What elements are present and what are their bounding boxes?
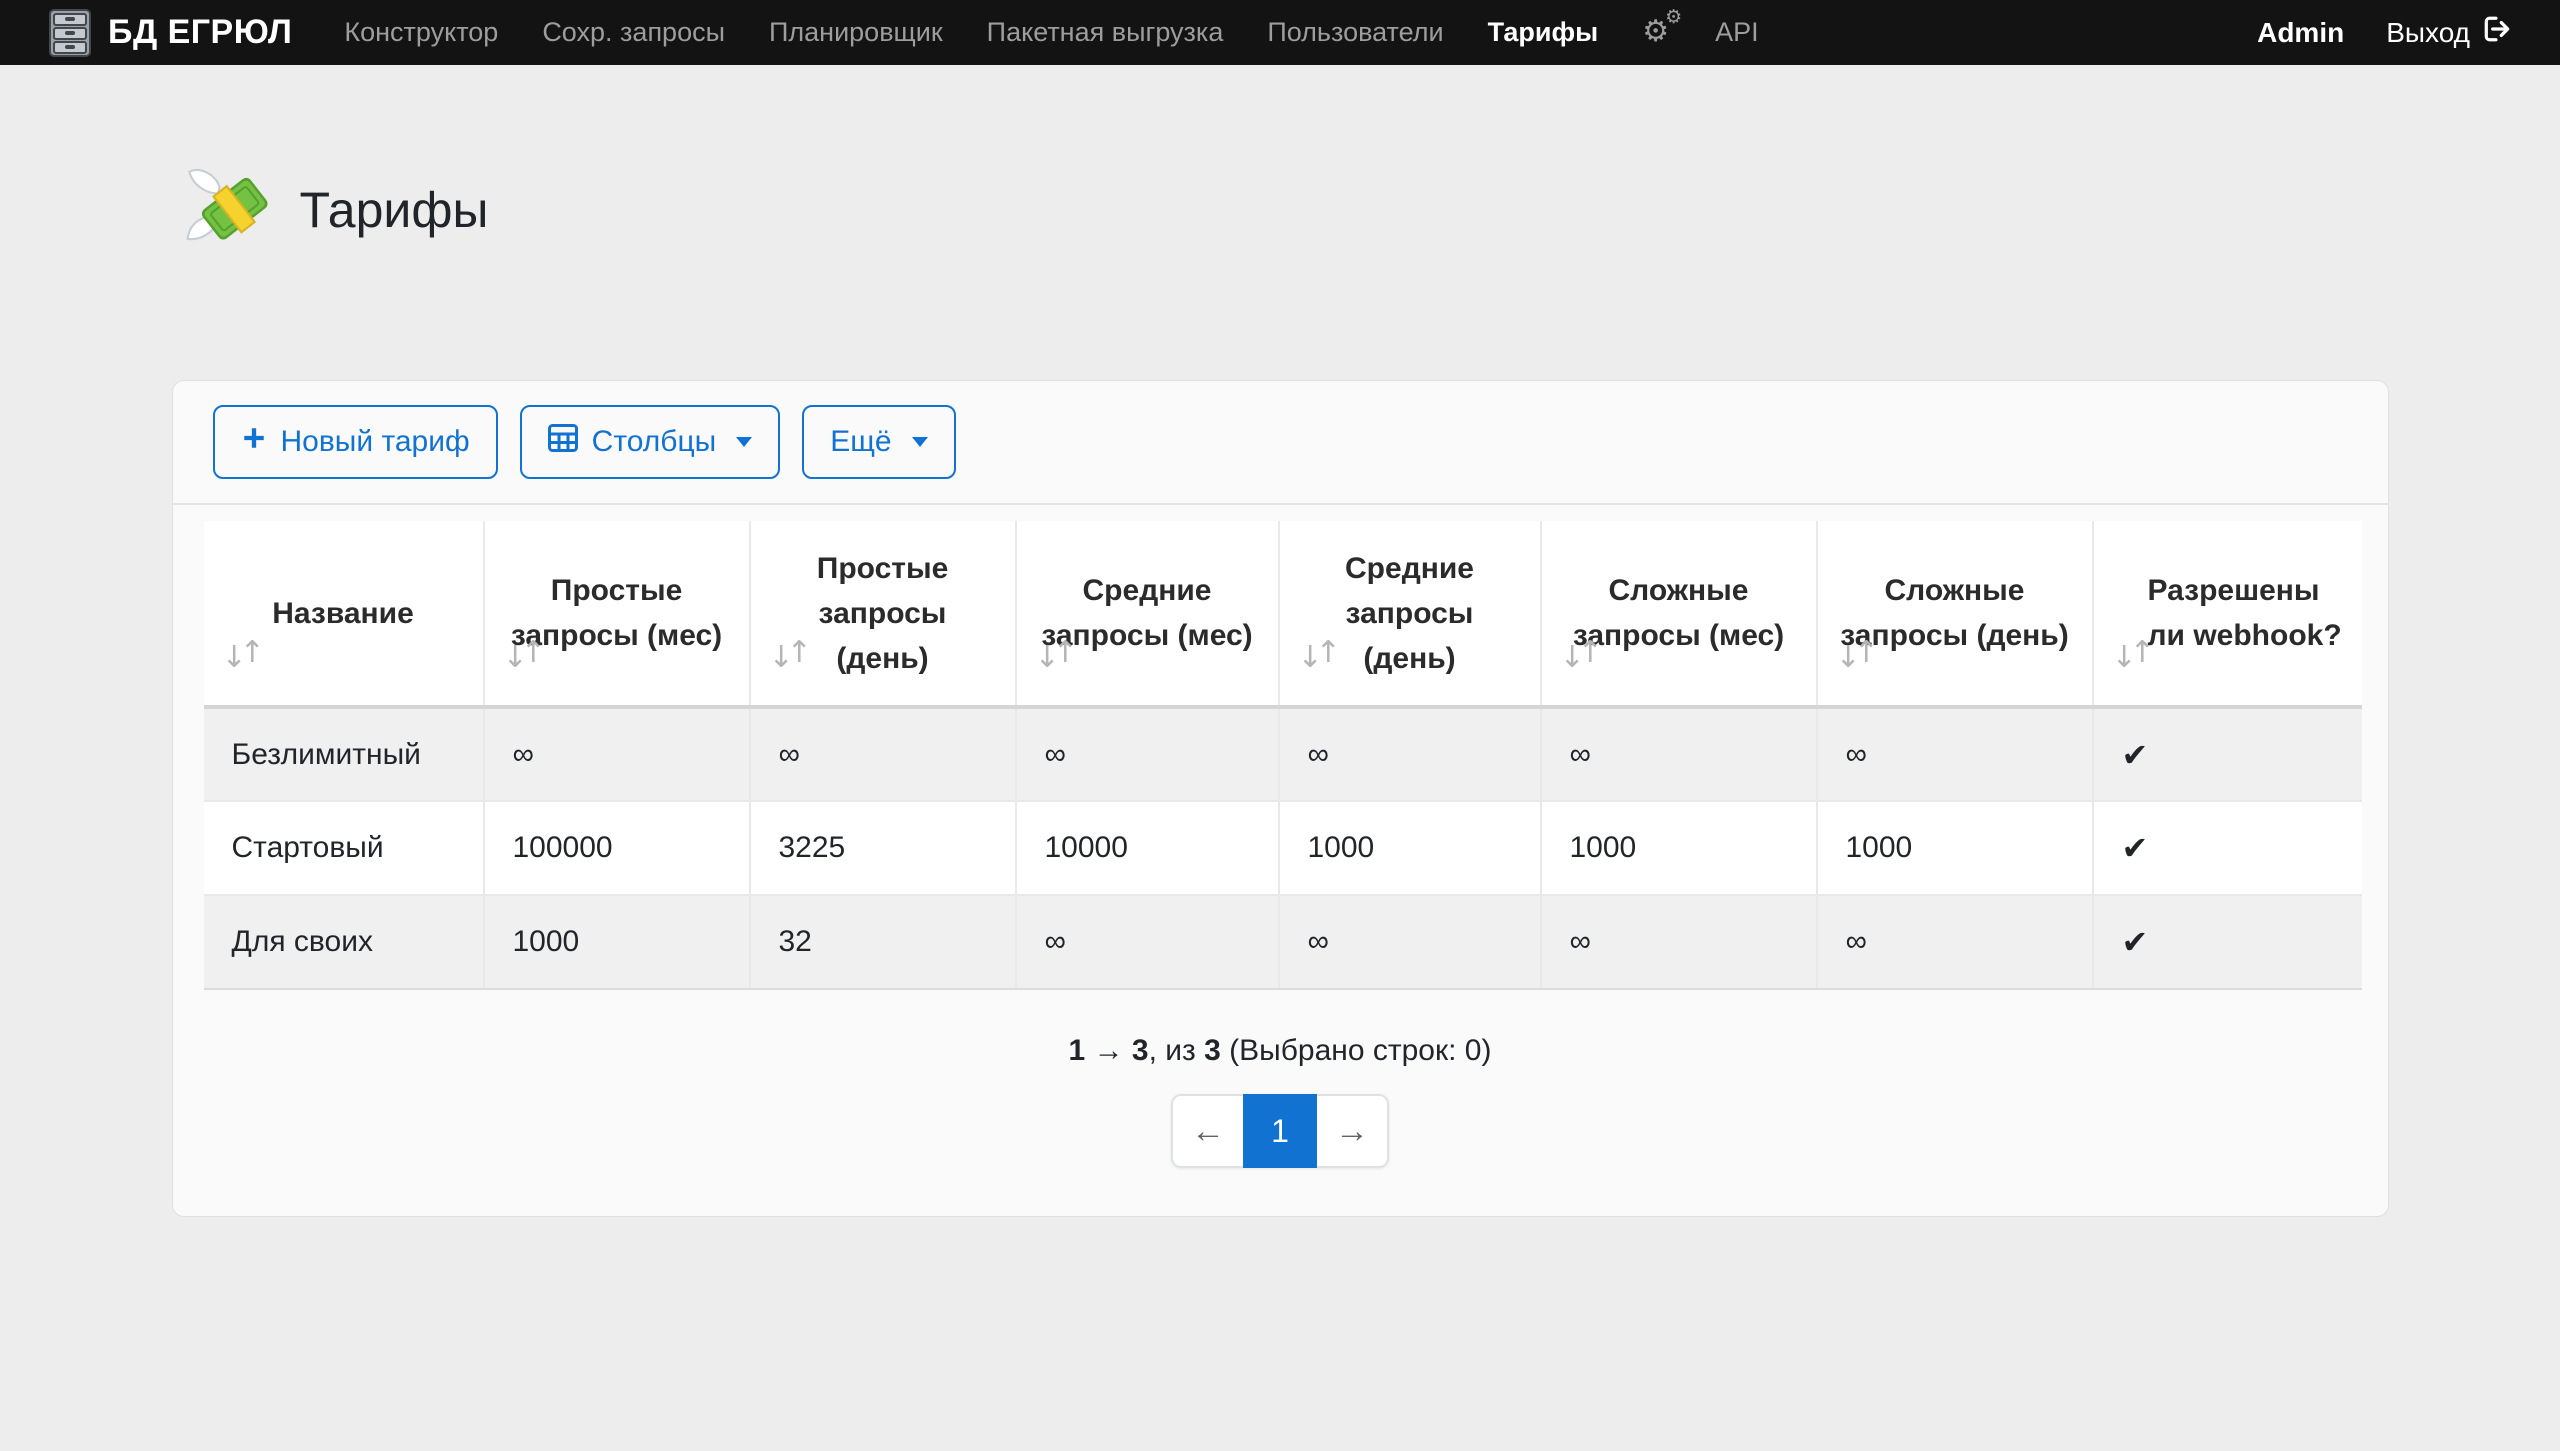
cell-value: 1000 xyxy=(1541,801,1817,895)
sort-icon: ↓↑ xyxy=(1298,641,1341,671)
cell-value: 1000 xyxy=(1279,801,1541,895)
nav-right: Admin Выход xyxy=(2257,14,2512,51)
more-dropdown-button[interactable]: Ещё xyxy=(802,405,955,479)
nav-item-users[interactable]: Пользователи xyxy=(1267,17,1443,48)
sort-icon: ↓↑ xyxy=(222,641,265,671)
cell-value: ∞ xyxy=(1541,895,1817,989)
cell-tariff-name: Для своих xyxy=(204,895,484,989)
file-cabinet-icon xyxy=(48,9,92,57)
table-toolbar: Новый тариф Столбцы Ещё xyxy=(173,381,2388,505)
cell-value: ∞ xyxy=(1279,895,1541,989)
col-header-complex-queries-day[interactable]: ↓↑ Сложные запросы (день) xyxy=(1817,521,2093,707)
col-header-simple-queries-month[interactable]: ↓↑ Простые запросы (мес) xyxy=(484,521,750,707)
nav-item-tariffs[interactable]: Тарифы xyxy=(1488,17,1599,48)
cell-tariff-name: Безлимитный xyxy=(204,707,484,801)
cell-value: ∞ xyxy=(484,707,750,801)
sort-icon: ↓↑ xyxy=(1035,641,1078,671)
new-tariff-button[interactable]: Новый тариф xyxy=(213,405,498,479)
user-name: Admin xyxy=(2257,17,2344,49)
tariffs-table: ↓↑ Название ↓↑ Простые запросы (мес) ↓↑ … xyxy=(204,521,2362,990)
caret-down-icon xyxy=(736,437,752,447)
cell-value: 1000 xyxy=(484,895,750,989)
plus-icon xyxy=(241,425,267,459)
nav-item-scheduler[interactable]: Планировщик xyxy=(769,17,943,48)
page-header: Тарифы xyxy=(172,165,2389,254)
sort-icon: ↓↑ xyxy=(503,641,546,671)
cell-webhook-check-icon: ✔ xyxy=(2093,801,2362,895)
cell-webhook-check-icon: ✔ xyxy=(2093,895,2362,989)
table-row-unlimited[interactable]: Безлимитный ∞ ∞ ∞ ∞ ∞ ∞ ✔ xyxy=(204,707,2362,801)
col-header-medium-queries-day[interactable]: ↓↑ Средние запросы (день) xyxy=(1279,521,1541,707)
cell-value: ∞ xyxy=(750,707,1016,801)
col-header-webhook[interactable]: ↓↑ Разрешены ли webhook? xyxy=(2093,521,2362,707)
col-header-medium-queries-month[interactable]: ↓↑ Средние запросы (мес) xyxy=(1016,521,1279,707)
sort-icon: ↓↑ xyxy=(769,641,812,671)
nav-item-api[interactable]: API xyxy=(1715,17,1759,48)
next-page-button[interactable]: → xyxy=(1315,1094,1389,1168)
tariffs-card: Новый тариф Столбцы Ещё xyxy=(172,380,2389,1217)
arrow-right-icon: → xyxy=(1335,1112,1369,1151)
table-row-friends[interactable]: Для своих 1000 32 ∞ ∞ ∞ ∞ ✔ xyxy=(204,895,2362,989)
cell-value: 10000 xyxy=(1016,801,1279,895)
cell-value: ∞ xyxy=(1279,707,1541,801)
sort-icon: ↓↑ xyxy=(1836,641,1879,671)
cell-value: 32 xyxy=(750,895,1016,989)
sign-out-icon xyxy=(2482,14,2512,51)
main-content: Тарифы Новый тариф xyxy=(172,165,2389,1217)
brand-text: БД ЕГРЮЛ xyxy=(108,13,292,52)
cogs-icon: ⚙⚙ xyxy=(1642,17,1669,47)
cell-tariff-name: Стартовый xyxy=(204,801,484,895)
pagination-info: 1 → 3, из 3 (Выбрано строк: 0) xyxy=(173,1034,2388,1068)
cell-value: ∞ xyxy=(1817,707,2093,801)
navbar: БД ЕГРЮЛ Конструктор Сохр. запросы Плани… xyxy=(0,0,2560,65)
table-grid-icon xyxy=(548,424,578,460)
cell-value: ∞ xyxy=(1541,707,1817,801)
header-row: ↓↑ Название ↓↑ Простые запросы (мес) ↓↑ … xyxy=(204,521,2362,707)
nav-item-batch-export[interactable]: Пакетная выгрузка xyxy=(987,17,1224,48)
col-header-complex-queries-month[interactable]: ↓↑ Сложные запросы (мес) xyxy=(1541,521,1817,707)
cell-value: ∞ xyxy=(1817,895,2093,989)
sort-icon: ↓↑ xyxy=(2112,641,2155,671)
table-row-start[interactable]: Стартовый 100000 3225 10000 1000 1000 10… xyxy=(204,801,2362,895)
nav-menu: Конструктор Сохр. запросы Планировщик Па… xyxy=(344,17,1758,48)
arrow-left-icon: ← xyxy=(1191,1112,1225,1151)
page-title: Тарифы xyxy=(300,181,489,239)
logout-label: Выход xyxy=(2386,17,2470,49)
cell-value: 1000 xyxy=(1817,801,2093,895)
brand-link[interactable]: БД ЕГРЮЛ xyxy=(48,9,292,57)
pagination: ← 1 → xyxy=(1171,1094,1389,1168)
cell-webhook-check-icon: ✔ xyxy=(2093,707,2362,801)
cell-value: ∞ xyxy=(1016,895,1279,989)
cell-value: 100000 xyxy=(484,801,750,895)
col-header-simple-queries-day[interactable]: ↓↑ Простые запросы (день) xyxy=(750,521,1016,707)
columns-dropdown-button[interactable]: Столбцы xyxy=(520,405,781,479)
table-container: ↓↑ Название ↓↑ Простые запросы (мес) ↓↑ … xyxy=(173,505,2388,990)
nav-item-saved-queries[interactable]: Сохр. запросы xyxy=(542,17,725,48)
cell-value: 3225 xyxy=(750,801,1016,895)
col-header-name[interactable]: ↓↑ Название xyxy=(204,521,484,707)
money-wings-icon xyxy=(186,165,270,254)
cell-value: ∞ xyxy=(1016,707,1279,801)
prev-page-button[interactable]: ← xyxy=(1171,1094,1245,1168)
nav-item-constructor[interactable]: Конструктор xyxy=(344,17,498,48)
sort-icon: ↓↑ xyxy=(1560,641,1603,671)
caret-down-icon xyxy=(912,437,928,447)
table-footer: 1 → 3, из 3 (Выбрано строк: 0) ← 1 → xyxy=(173,990,2388,1216)
page-1-button[interactable]: 1 xyxy=(1243,1094,1317,1168)
settings-cogs-icon[interactable]: ⚙⚙ xyxy=(1642,17,1669,48)
logout-link[interactable]: Выход xyxy=(2386,14,2512,51)
